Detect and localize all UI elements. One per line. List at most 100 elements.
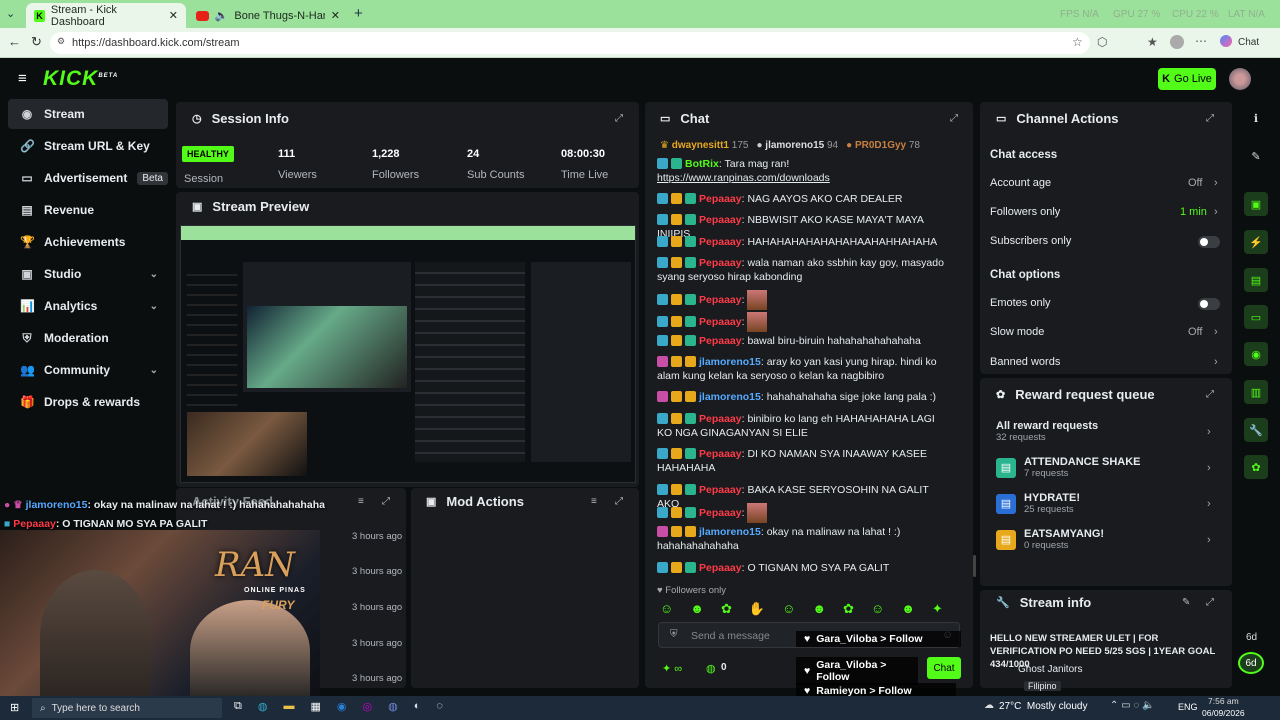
chevron-right-icon[interactable]: › xyxy=(1214,356,1218,368)
chat-username[interactable]: Pepaaay xyxy=(699,413,742,425)
chat-username[interactable]: Pepaaay xyxy=(699,335,742,347)
sidebar-item-stream[interactable]: ◉ Stream xyxy=(8,99,168,129)
reward-row-hydrate[interactable]: ▤ HYDRATE! 25 requests xyxy=(996,492,1080,515)
browser-menu-icon[interactable]: ⋯ xyxy=(1195,34,1207,48)
send-chat-button[interactable]: Chat xyxy=(927,657,961,679)
tab-youtube[interactable]: 🔈 Bone Thugs-N-Harmony - I T ✕ xyxy=(188,3,348,28)
chevron-right-icon[interactable]: › xyxy=(1207,426,1211,438)
steam-icon[interactable]: ◐ xyxy=(414,700,421,713)
chat-username[interactable]: Pepaaay xyxy=(699,448,742,460)
extensions-icon[interactable]: ⬡ xyxy=(1097,35,1107,49)
gifter-entry[interactable]: ♛ dwaynesitt1 175 xyxy=(660,140,748,151)
sidebar-item-stream-url-key[interactable]: 🔗 Stream URL & Key xyxy=(8,131,168,161)
gifter-entry[interactable]: ● jlamoreno15 94 xyxy=(756,140,838,151)
clock-time[interactable]: 7:56 am xyxy=(1208,696,1239,706)
start-icon[interactable]: ⊞ xyxy=(10,701,19,714)
emote-icon[interactable]: ☻ xyxy=(901,601,915,617)
refresh-icon[interactable]: ↻ xyxy=(31,34,42,50)
back-icon[interactable]: ← xyxy=(8,34,21,49)
rail-box-icon[interactable]: ▥ xyxy=(1244,380,1268,404)
sidebar-item-community[interactable]: 👥 Community ⌄ xyxy=(8,355,168,385)
site-info-icon[interactable]: ⚙ xyxy=(57,36,65,47)
subscribers-only-toggle[interactable] xyxy=(1198,236,1220,248)
chat-scrollbar[interactable] xyxy=(973,555,976,577)
outlook-icon[interactable]: ◉ xyxy=(337,700,347,713)
tab-kick-dashboard[interactable]: K Stream - Kick Dashboard ✕ xyxy=(26,3,186,28)
system-tray-icons[interactable]: ⌃ ▭ ◌ 🔈 xyxy=(1110,700,1155,711)
chat-username[interactable]: Pepaaay xyxy=(699,294,742,306)
sidebar-item-analytics[interactable]: 📊 Analytics ⌄ xyxy=(8,291,168,321)
expand-icon[interactable]: ⤢ xyxy=(1206,113,1214,124)
emotes-only-toggle[interactable] xyxy=(1198,298,1220,310)
taskbar-search[interactable]: ⌕ Type here to search xyxy=(32,698,222,718)
expand-icon[interactable]: ⤢ xyxy=(1206,597,1214,608)
chat-username[interactable]: BotRix xyxy=(685,158,719,170)
chat-username[interactable]: Pepaaay xyxy=(699,316,742,328)
emote-icon[interactable]: ☻ xyxy=(812,601,826,617)
obs-icon[interactable]: ◌ xyxy=(436,700,443,713)
rail-chat-icon[interactable]: ▭ xyxy=(1244,305,1268,329)
chat-username[interactable]: Pepaaay xyxy=(699,562,742,574)
sidebar-item-revenue[interactable]: ▤ Revenue xyxy=(8,195,168,225)
sidebar-item-studio[interactable]: ▣ Studio ⌄ xyxy=(8,259,168,289)
account-age-label[interactable]: Account age xyxy=(990,177,1051,189)
chevron-right-icon[interactable]: › xyxy=(1207,498,1211,510)
category-text[interactable]: Ghost Janitors xyxy=(1018,664,1082,675)
app-icon[interactable]: ◎ xyxy=(362,700,372,713)
go-live-button[interactable]: K Go Live xyxy=(1158,68,1216,90)
tab-list-icon[interactable]: ⌄ xyxy=(6,7,15,20)
chat-username[interactable]: Pepaaay xyxy=(699,484,742,496)
emote-icon[interactable]: ✿ xyxy=(843,601,854,617)
hamburger-menu-icon[interactable]: ≡ xyxy=(18,70,27,87)
edge-icon[interactable]: ◍ xyxy=(258,700,268,713)
chat-username[interactable]: Pepaaay xyxy=(699,257,742,269)
chevron-right-icon[interactable]: › xyxy=(1207,462,1211,474)
emote-icon[interactable]: ☺ xyxy=(871,601,884,617)
info-icon[interactable]: ℹ xyxy=(1244,106,1268,130)
expand-icon[interactable]: ⤢ xyxy=(1206,389,1214,400)
sidebar-item-advertisement[interactable]: ▭ Advertisement Beta xyxy=(8,163,168,193)
stream-preview-video[interactable] xyxy=(180,225,636,483)
close-tab-icon[interactable]: ✕ xyxy=(331,9,340,22)
expand-icon[interactable]: ⤢ xyxy=(382,496,390,507)
task-view-icon[interactable]: ⧉ xyxy=(234,700,242,713)
chat-username[interactable]: jlamoreno15 xyxy=(699,526,761,538)
chat-username[interactable]: Pepaaay xyxy=(699,193,742,205)
gifter-entry[interactable]: ● PR0D1Gyy 78 xyxy=(846,140,920,151)
profile-icon[interactable] xyxy=(1170,35,1184,49)
store-icon[interactable]: ▦ xyxy=(310,700,320,713)
discord-icon[interactable]: ◍ xyxy=(388,700,398,713)
followers-only-value[interactable]: 1 min xyxy=(1180,206,1207,218)
close-tab-icon[interactable]: ✕ xyxy=(169,9,178,22)
clock-date[interactable]: 06/09/2026 xyxy=(1202,708,1245,718)
kick-logo[interactable]: KICKBETA xyxy=(43,67,118,91)
chat-username[interactable]: jlamoreno15 xyxy=(699,356,761,368)
copilot-icon[interactable] xyxy=(1220,35,1232,47)
url-field[interactable]: ⚙ https://dashboard.kick.com/stream xyxy=(50,32,1090,54)
user-avatar[interactable] xyxy=(1229,68,1251,90)
expand-icon[interactable]: ⤢ xyxy=(615,496,623,507)
edit-icon[interactable]: ✎ xyxy=(1182,597,1190,608)
speaker-icon[interactable]: 🔈 xyxy=(215,9,229,22)
emote-icon[interactable]: ☺ xyxy=(782,601,795,617)
language-indicator[interactable]: ENG xyxy=(1178,702,1198,712)
weather-text[interactable]: 27°C Mostly cloudy xyxy=(999,701,1087,712)
banned-words-label[interactable]: Banned words xyxy=(990,356,1060,368)
rail-reward-icon[interactable]: ✿ xyxy=(1244,455,1268,479)
slow-mode-value[interactable]: Off xyxy=(1188,326,1202,338)
edit-layout-icon[interactable]: ✎ xyxy=(1244,144,1268,168)
filter-icon[interactable]: ≡ xyxy=(591,496,597,507)
rail-wrench-icon[interactable]: 🔧 xyxy=(1244,418,1268,442)
account-age-value[interactable]: Off xyxy=(1188,177,1202,189)
expand-icon[interactable]: ⤢ xyxy=(950,113,958,124)
emote-icon[interactable]: ☻ xyxy=(690,601,704,617)
chevron-right-icon[interactable]: › xyxy=(1214,177,1218,189)
chat-username[interactable]: Pepaaay xyxy=(699,507,742,519)
new-tab-button[interactable]: + xyxy=(354,5,363,22)
explorer-icon[interactable]: ▬ xyxy=(283,700,294,713)
reward-row-attendance[interactable]: ▤ ATTENDANCE SHAKE 7 requests xyxy=(996,456,1141,479)
reward-row-eatsamyang[interactable]: ▤ EATSAMYANG! 0 requests xyxy=(996,528,1104,551)
favorites-icon[interactable]: ★ xyxy=(1147,35,1158,49)
emote-icon[interactable]: ✋ xyxy=(749,601,765,617)
emote-icon[interactable]: ✦ xyxy=(932,601,943,617)
